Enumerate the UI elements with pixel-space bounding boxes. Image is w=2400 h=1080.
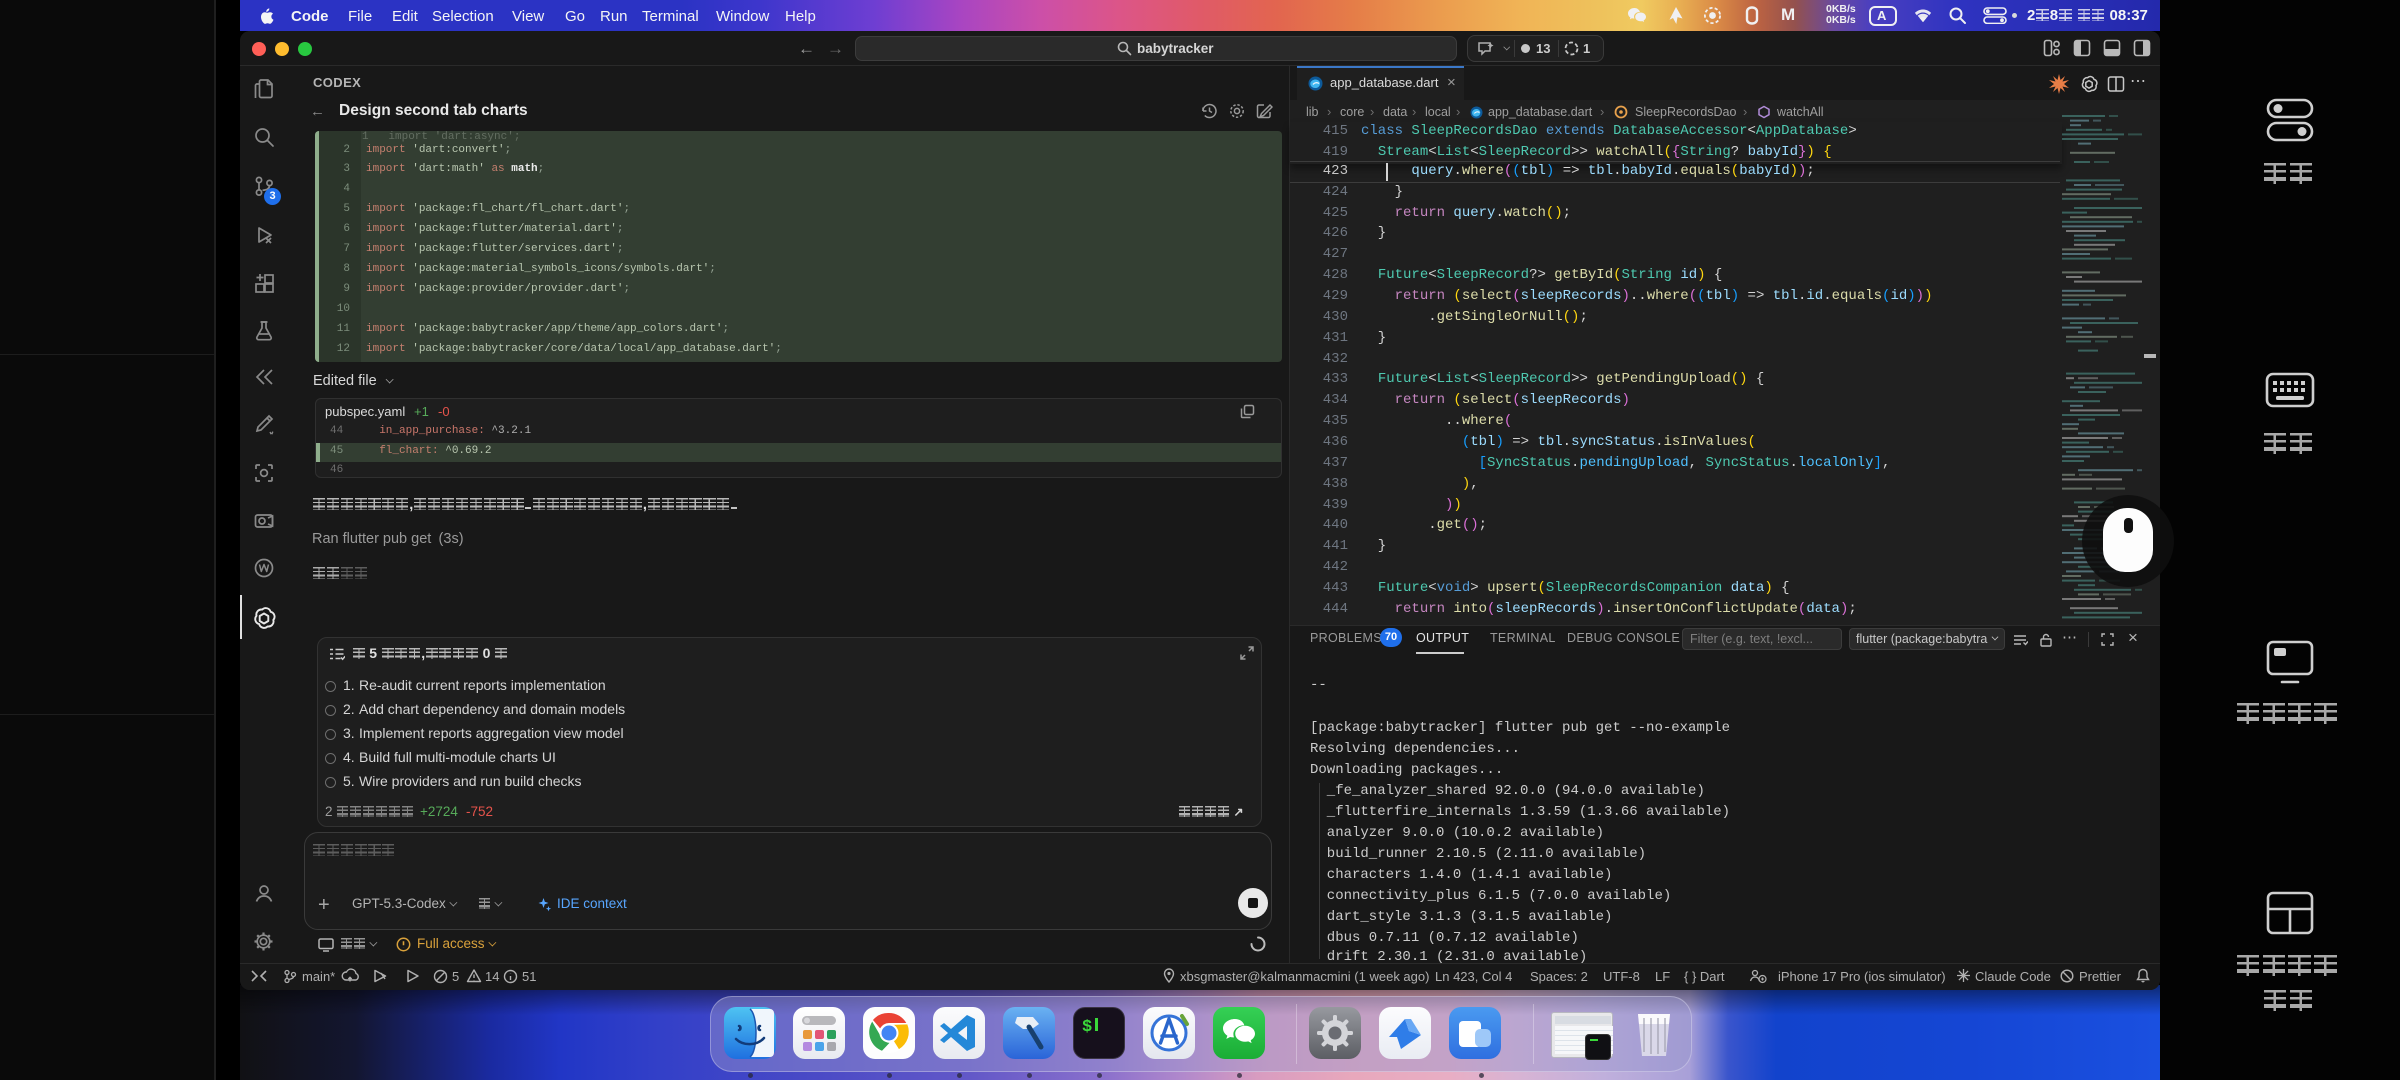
svg-text:$: $ <box>1082 1018 1092 1037</box>
